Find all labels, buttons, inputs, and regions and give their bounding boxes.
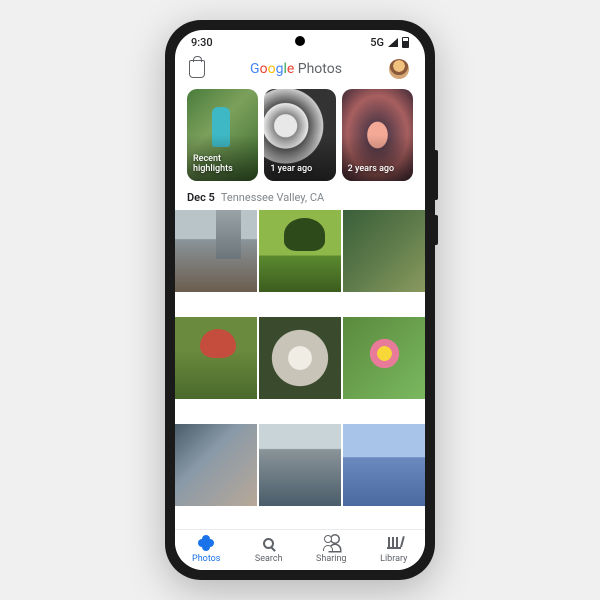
highlight-label: 2 years ago: [348, 165, 395, 175]
nav-label: Library: [380, 554, 407, 564]
nav-photos[interactable]: Photos: [175, 534, 238, 564]
nav-label: Sharing: [316, 554, 346, 564]
nav-sharing[interactable]: Sharing: [300, 534, 363, 564]
network-label: 5G: [370, 36, 384, 49]
photo-thumbnail[interactable]: [343, 424, 425, 506]
nav-label: Photos: [192, 554, 220, 564]
app-bar: Google Photos: [175, 51, 425, 89]
nav-search[interactable]: Search: [238, 534, 301, 564]
highlight-label: Recent highlights: [193, 155, 252, 175]
section-date: Dec 5: [187, 191, 215, 204]
library-icon: [385, 534, 403, 552]
app-title: Google Photos: [250, 61, 342, 77]
sharing-icon: [322, 534, 340, 552]
bottom-nav: Photos Search Sharing Library: [175, 529, 425, 570]
nav-label: Search: [255, 554, 283, 564]
photo-thumbnail[interactable]: [259, 317, 341, 399]
photo-thumbnail[interactable]: [259, 210, 341, 292]
highlight-card-1-year[interactable]: 1 year ago: [264, 89, 335, 181]
photo-thumbnail[interactable]: [175, 210, 257, 292]
photo-thumbnail[interactable]: [175, 317, 257, 399]
highlight-label: 1 year ago: [270, 165, 312, 175]
signal-icon: [388, 38, 398, 47]
screen: 9:30 5G Google Photos Recent highlights …: [175, 30, 425, 570]
photo-thumbnail[interactable]: [259, 424, 341, 506]
section-location: Tennessee Valley, CA: [221, 191, 324, 204]
photo-thumbnail[interactable]: [343, 210, 425, 292]
highlight-card-recent[interactable]: Recent highlights: [187, 89, 258, 181]
photo-thumbnail[interactable]: [343, 317, 425, 399]
photo-grid[interactable]: [175, 210, 425, 529]
phone-frame: 9:30 5G Google Photos Recent highlights …: [165, 20, 435, 580]
photo-thumbnail[interactable]: [175, 424, 257, 506]
nav-library[interactable]: Library: [363, 534, 426, 564]
section-header: Dec 5 Tennessee Valley, CA: [175, 191, 425, 210]
status-time: 9:30: [191, 36, 213, 49]
photos-icon: [197, 534, 215, 552]
print-store-icon[interactable]: [189, 60, 205, 78]
front-camera: [295, 36, 305, 46]
highlights-row[interactable]: Recent highlights 1 year ago 2 years ago: [175, 89, 425, 191]
status-indicators: 5G: [370, 36, 409, 49]
account-avatar[interactable]: [387, 57, 411, 81]
battery-icon: [402, 37, 409, 48]
highlight-card-2-years[interactable]: 2 years ago: [342, 89, 413, 181]
search-icon: [260, 534, 278, 552]
